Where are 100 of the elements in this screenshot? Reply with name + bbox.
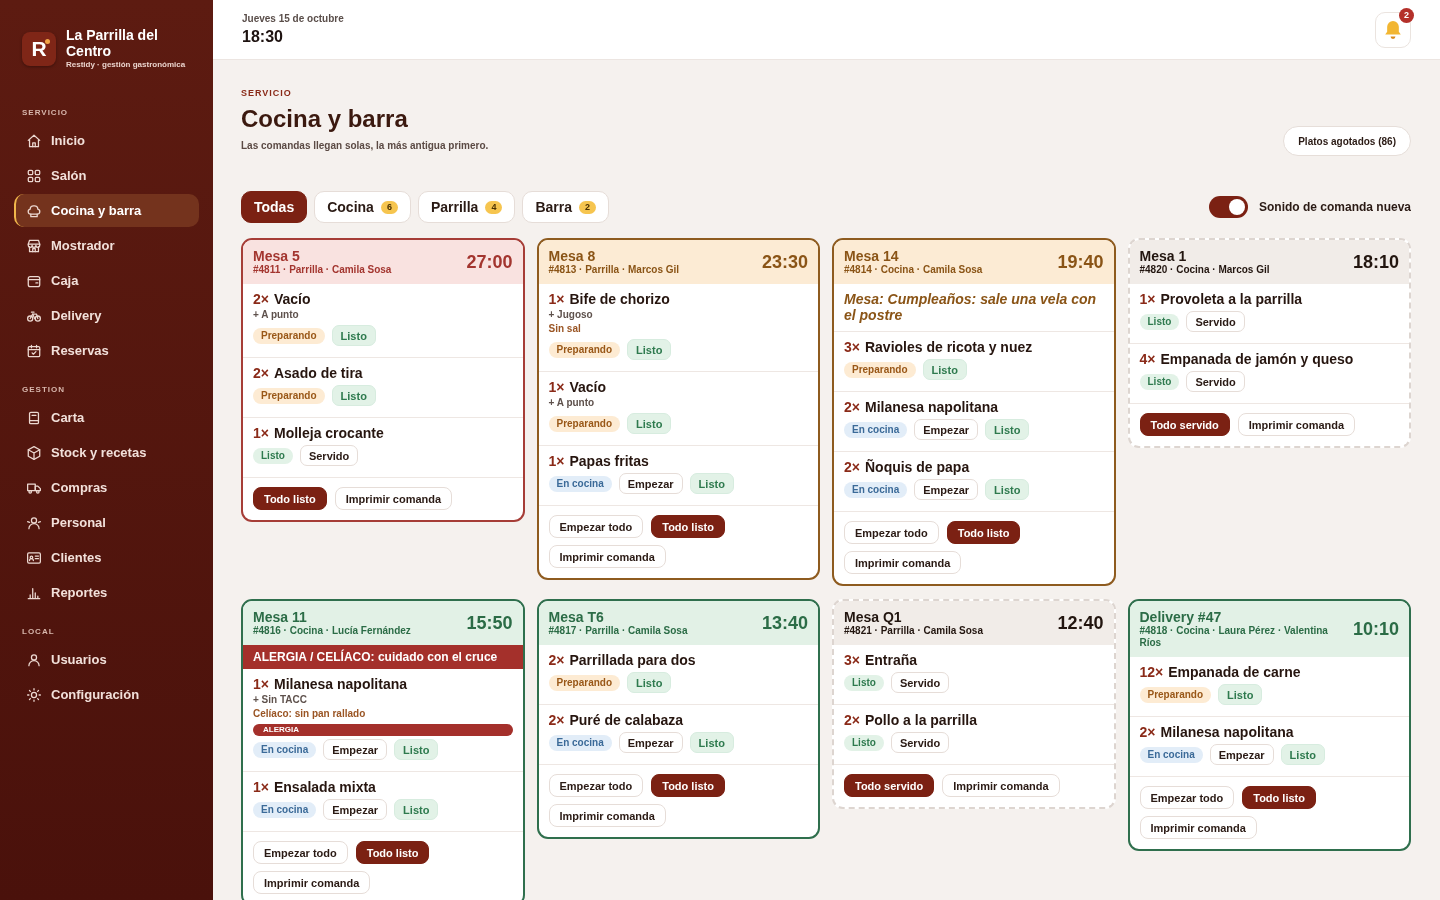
ready-button[interactable]: Listo — [922, 359, 967, 380]
item-name: Milanesa napolitana — [273, 676, 407, 692]
serve-button[interactable]: Servido — [1186, 311, 1245, 332]
ticket-timer: 13:40 — [761, 612, 808, 634]
time-text: 18:30 — [242, 27, 284, 46]
sidebar-item[interactable]: Configuración — [14, 678, 199, 711]
ready-button[interactable]: Listo — [985, 419, 1030, 440]
serve-button[interactable]: Servido — [1186, 371, 1245, 392]
filter-tab[interactable]: Cocina 6 — [314, 191, 411, 223]
ticket-meta: #4818 · Cocina · Laura Pérez · Valentina Ríos — [1139, 625, 1329, 649]
print-button[interactable]: Imprimir comanda — [844, 551, 962, 574]
ticket-meta: #4817 · Parrilla · Camila Sosa — [548, 625, 689, 637]
start-all-button[interactable]: Empezar todo — [548, 515, 644, 538]
all-ready-button[interactable]: Todo listo — [1242, 786, 1316, 809]
user-icon — [27, 652, 41, 667]
start-button[interactable]: Empezar — [914, 419, 979, 440]
date-text: Jueves 15 de octubre — [242, 13, 344, 25]
item-name: Ensalada mixta — [273, 779, 376, 795]
start-all-button[interactable]: Empezar todo — [548, 774, 644, 797]
ready-button[interactable]: Listo — [627, 672, 672, 693]
ready-button[interactable]: Listo — [1218, 684, 1263, 705]
sidebar-item[interactable]: Personal — [14, 506, 199, 539]
status-pill: Preparando — [253, 327, 325, 344]
item-name: Molleja crocante — [273, 425, 384, 441]
start-button[interactable]: Empezar — [323, 739, 388, 760]
ready-button[interactable]: Listo — [331, 385, 376, 406]
sidebar-item[interactable]: Cocina y barra — [14, 194, 199, 227]
ticket-title: Mesa 5 — [253, 248, 301, 264]
all-ready-button[interactable]: Todo listo — [355, 841, 430, 864]
serve-button[interactable]: Servido — [890, 672, 950, 693]
item-quantity: 2× — [844, 399, 860, 415]
sidebar-item[interactable]: Clientes — [14, 541, 199, 574]
print-button[interactable]: Imprimir comanda — [253, 871, 371, 894]
toggle-switch[interactable] — [1208, 196, 1248, 218]
start-button[interactable]: Empezar — [1209, 744, 1274, 765]
print-button[interactable]: Imprimir comanda — [548, 804, 666, 827]
item-quantity: 1× — [548, 291, 565, 307]
status-pill: Preparando — [548, 415, 621, 432]
ready-button[interactable]: Listo — [1280, 744, 1325, 765]
all-served-button[interactable]: Todo servido — [1139, 413, 1230, 436]
print-button[interactable]: Imprimir comanda — [1139, 816, 1257, 839]
ready-button[interactable]: Listo — [689, 732, 734, 753]
all-ready-button[interactable]: Todo listo — [651, 774, 725, 797]
ready-button[interactable]: Listo — [627, 339, 672, 360]
start-all-button[interactable]: Empezar todo — [253, 841, 348, 864]
ready-button[interactable]: Listo — [331, 325, 376, 346]
item-quantity: 2× — [548, 712, 565, 728]
ready-button[interactable]: Listo — [689, 473, 734, 494]
dot-icon — [45, 38, 50, 44]
all-ready-button[interactable]: Todo listo — [651, 515, 725, 538]
print-button[interactable]: Imprimir comanda — [942, 774, 1060, 797]
start-button[interactable]: Empezar — [914, 479, 979, 500]
filter-tab[interactable]: Todas — [241, 191, 308, 223]
sidebar-item[interactable]: Inicio — [14, 124, 199, 157]
start-button[interactable]: Empezar — [323, 799, 388, 820]
print-button[interactable]: Imprimir comanda — [334, 487, 453, 510]
ready-button[interactable]: Listo — [394, 799, 439, 820]
item-modifier: + A punto — [548, 396, 596, 410]
item-name: Bife de chorizo — [569, 291, 670, 307]
count-badge: 6 — [380, 200, 398, 214]
all-ready-button[interactable]: Todo listo — [253, 487, 327, 510]
logo-letter: R — [31, 36, 47, 61]
page-subtitle: Las comandas llegan solas, la más antigua primero. — [241, 139, 489, 152]
item-quantity: 2× — [253, 365, 269, 381]
filter-tab[interactable]: Parrilla 4 — [417, 191, 516, 223]
print-button[interactable]: Imprimir comanda — [548, 545, 666, 568]
ready-button[interactable]: Listo — [985, 479, 1030, 500]
notifications-button[interactable]: 2 — [1375, 11, 1411, 48]
start-button[interactable]: Empezar — [618, 473, 683, 494]
ready-button[interactable]: Listo — [394, 739, 439, 760]
sidebar-item[interactable]: Carta — [14, 401, 199, 434]
start-button[interactable]: Empezar — [618, 732, 683, 753]
sidebar-item[interactable]: Stock y recetas — [14, 436, 199, 469]
sidebar-item[interactable]: Salón — [14, 159, 199, 192]
status-pill: En cocina — [548, 475, 612, 492]
print-button[interactable]: Imprimir comanda — [1237, 413, 1356, 436]
sidebar-item[interactable]: Delivery — [14, 299, 199, 332]
start-all-button[interactable]: Empezar todo — [1139, 786, 1235, 809]
serve-button[interactable]: Servido — [299, 445, 359, 466]
start-all-button[interactable]: Empezar todo — [844, 521, 939, 544]
status-pill: En cocina — [844, 481, 908, 498]
sidebar-item[interactable]: Mostrador — [14, 229, 199, 262]
serve-button[interactable]: Servido — [890, 732, 950, 753]
sold-out-button[interactable]: Platos agotados (86) — [1283, 126, 1411, 156]
all-served-button[interactable]: Todo servido — [844, 774, 935, 797]
sidebar-item[interactable]: Usuarios — [14, 643, 199, 676]
all-ready-button[interactable]: Todo listo — [946, 521, 1021, 544]
item-quantity: 2× — [548, 652, 565, 668]
sidebar-item[interactable]: Caja — [14, 264, 199, 297]
item-quantity: 1× — [253, 425, 269, 441]
sidebar-item[interactable]: Reservas — [14, 334, 199, 367]
ticket-timer: 12:40 — [1057, 612, 1104, 634]
sidebar-item[interactable]: Reportes — [14, 576, 199, 609]
item-name: Ravioles de ricota y nuez — [864, 339, 1033, 355]
item-name: Puré de calabaza — [569, 712, 684, 728]
filter-tab[interactable]: Barra 2 — [522, 191, 609, 223]
bar-chart-icon — [27, 585, 41, 600]
sidebar-item[interactable]: Compras — [14, 471, 199, 504]
ready-button[interactable]: Listo — [627, 413, 672, 434]
allergy-tag: ALERGIA — [253, 724, 513, 736]
